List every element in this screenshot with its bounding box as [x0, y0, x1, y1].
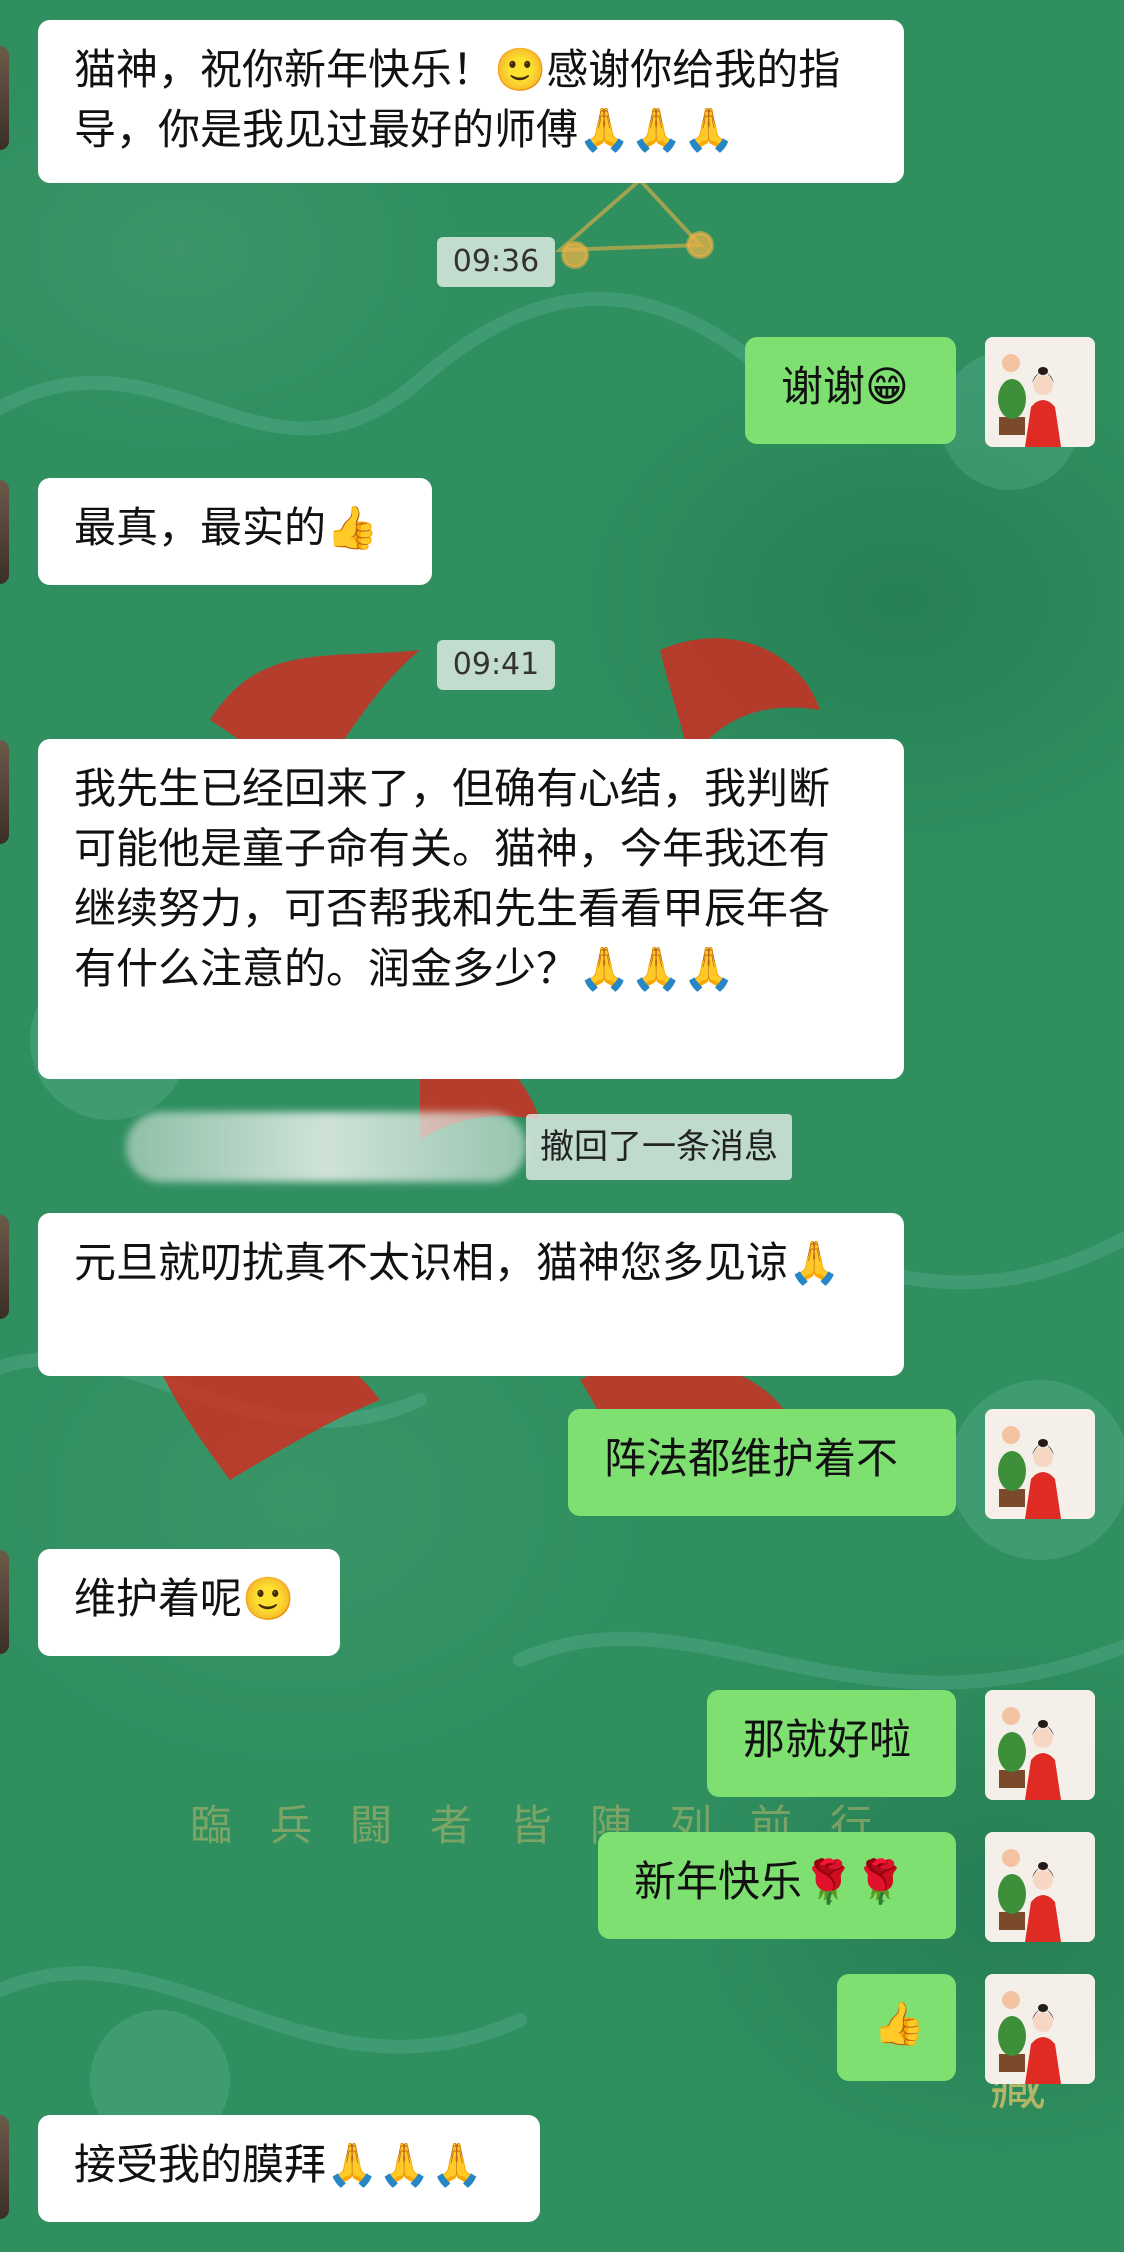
avatar[interactable] [985, 1690, 1095, 1800]
avatar-woman-red-dress-icon [985, 1409, 1095, 1519]
message-bubble-outgoing[interactable]: 👍 [837, 1974, 956, 2081]
avatar-woman-red-dress-icon [985, 337, 1095, 447]
message-text: 那就好啦 [743, 1715, 912, 1764]
message-text: 维护着呢🙂 [74, 1574, 295, 1623]
timestamp: 09:36 [437, 237, 555, 287]
avatar-woman-red-dress-icon [985, 1832, 1095, 1942]
sender-avatar-edge[interactable] [0, 740, 9, 844]
message-bubble-outgoing[interactable]: 新年快乐🌹🌹 [598, 1832, 956, 1939]
avatar[interactable] [985, 1409, 1095, 1519]
message-text: 接受我的膜拜🙏🙏🙏 [74, 2140, 483, 2189]
avatar[interactable] [985, 1974, 1095, 2084]
avatar[interactable] [985, 337, 1095, 447]
message-bubble-outgoing[interactable]: 阵法都维护着不 [568, 1409, 956, 1516]
recall-notice: 撤回了一条消息 [126, 1112, 806, 1182]
timestamp: 09:41 [437, 640, 555, 690]
message-text: 猫神，祝你新年快乐！🙂感谢你给我的指导，你是我见过最好的师傅🙏🙏🙏 [74, 45, 841, 154]
message-bubble-incoming[interactable]: 猫神，祝你新年快乐！🙂感谢你给我的指导，你是我见过最好的师傅🙏🙏🙏 [38, 20, 904, 183]
recalled-sender-name-blurred [126, 1112, 526, 1182]
message-bubble-incoming[interactable]: 元旦就叨扰真不太识相，猫神您多见谅🙏 [38, 1213, 904, 1376]
sender-avatar-edge[interactable] [0, 1215, 9, 1319]
sender-avatar-edge[interactable] [0, 480, 9, 584]
message-text: 我先生已经回来了，但确有心结，我判断可能他是童子命有关。猫神，今年我还有继续努力… [74, 764, 831, 993]
message-bubble-outgoing[interactable]: 那就好啦 [707, 1690, 956, 1797]
message-bubble-incoming[interactable]: 最真，最实的👍 [38, 478, 432, 585]
message-text: 最真，最实的👍 [74, 503, 379, 552]
message-bubble-incoming[interactable]: 接受我的膜拜🙏🙏🙏 [38, 2115, 540, 2222]
sender-avatar-edge[interactable] [0, 2115, 9, 2219]
message-text: 新年快乐🌹🌹 [634, 1857, 907, 1906]
message-text: 阵法都维护着不 [604, 1434, 899, 1483]
avatar[interactable] [985, 1832, 1095, 1942]
message-text: 谢谢😁 [781, 362, 909, 411]
message-bubble-incoming[interactable]: 维护着呢🙂 [38, 1549, 340, 1656]
recall-text: 撤回了一条消息 [526, 1114, 792, 1180]
sender-avatar-edge[interactable] [0, 46, 9, 150]
avatar-woman-red-dress-icon [985, 1690, 1095, 1800]
message-bubble-outgoing[interactable]: 谢谢😁 [745, 337, 956, 444]
sender-avatar-edge[interactable] [0, 1550, 9, 1654]
message-text: 👍 [873, 1999, 926, 2048]
message-text: 元旦就叨扰真不太识相，猫神您多见谅🙏 [74, 1238, 841, 1287]
message-bubble-incoming[interactable]: 我先生已经回来了，但确有心结，我判断可能他是童子命有关。猫神，今年我还有继续努力… [38, 739, 904, 1079]
avatar-woman-red-dress-icon [985, 1974, 1095, 2084]
